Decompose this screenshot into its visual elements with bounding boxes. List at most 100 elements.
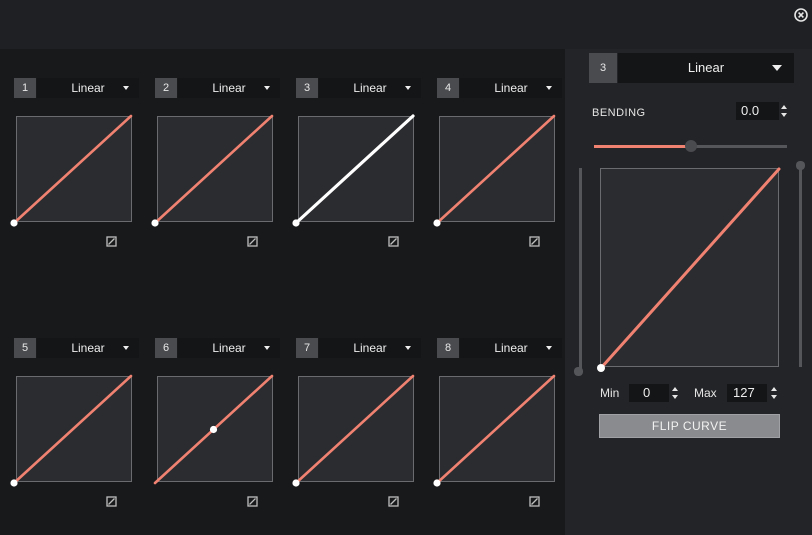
slot-number: 5	[14, 338, 36, 358]
slot-curve-line	[294, 374, 415, 485]
slot-curve-line	[294, 114, 415, 225]
edit-curve-icon[interactable]	[388, 236, 399, 247]
edit-curve-icon[interactable]	[529, 496, 540, 507]
slot-curve-plot	[10, 114, 133, 227]
editor-curve-plot	[597, 167, 781, 372]
slot-curve-line	[435, 114, 556, 225]
min-stepper[interactable]	[671, 384, 679, 402]
slot-curve-line	[12, 374, 133, 485]
editor-curve-start-handle	[597, 364, 605, 372]
slot-curve-select[interactable]: Linear	[319, 338, 421, 358]
curve-slot[interactable]: 3 Linear	[292, 78, 436, 247]
slot-number: 7	[296, 338, 318, 358]
slot-number: 3	[296, 78, 318, 98]
curve-slots-panel: 1 Linear 2 Linear 3 Linear 4 Linear 5 Linear 6 Line…	[0, 49, 565, 535]
chevron-down-icon	[264, 86, 270, 90]
edit-curve-icon[interactable]	[247, 496, 258, 507]
min-value-field[interactable]: 0	[629, 384, 669, 402]
stepper-down-icon[interactable]	[771, 395, 777, 399]
slot-curve-select-label: Linear	[212, 341, 246, 355]
curve-slot[interactable]: 7 Linear	[292, 338, 436, 507]
min-vertical-slider[interactable]	[579, 168, 582, 374]
bending-value-field[interactable]: 0.0	[736, 102, 779, 120]
stepper-up-icon[interactable]	[781, 105, 787, 109]
title-bar	[0, 0, 812, 49]
slot-curve-start-handle	[151, 219, 159, 227]
slot-curve-select-label: Linear	[494, 81, 528, 95]
edit-curve-icon[interactable]	[106, 236, 117, 247]
edit-curve-icon[interactable]	[247, 236, 258, 247]
curve-slot[interactable]: 2 Linear	[151, 78, 295, 247]
slot-number: 1	[14, 78, 36, 98]
slot-curve-select-label: Linear	[212, 81, 246, 95]
chevron-down-icon	[264, 346, 270, 350]
curve-slot[interactable]: 5 Linear	[10, 338, 154, 507]
stepper-up-icon[interactable]	[771, 387, 777, 391]
slot-curve-select[interactable]: Linear	[37, 338, 139, 358]
bending-stepper[interactable]	[780, 102, 788, 120]
slot-curve-select[interactable]: Linear	[178, 78, 280, 98]
editor-curve-select[interactable]: Linear	[618, 53, 794, 83]
edit-curve-icon[interactable]	[529, 236, 540, 247]
max-vertical-slider[interactable]	[799, 165, 802, 367]
slot-curve-line	[153, 114, 274, 225]
curve-slot[interactable]: 6 Linear	[153, 338, 295, 507]
curve-slot[interactable]: 4 Linear	[433, 78, 577, 247]
editor-curve-select-label: Linear	[687, 60, 725, 75]
bending-label: BENDING	[592, 107, 646, 119]
slot-curve-start-handle	[292, 479, 300, 487]
slot-curve-plot	[153, 374, 274, 485]
close-icon[interactable]	[794, 8, 808, 22]
min-label: Min	[600, 386, 620, 400]
chevron-down-icon	[546, 346, 552, 350]
chevron-down-icon	[123, 346, 129, 350]
slot-curve-start-handle	[433, 219, 441, 227]
min-value: 0	[643, 385, 651, 400]
flip-curve-button[interactable]: FLIP CURVE	[599, 414, 780, 438]
editor-slot-number: 3	[589, 53, 617, 83]
max-stepper[interactable]	[770, 384, 778, 402]
slot-curve-select[interactable]: Linear	[319, 78, 421, 98]
slot-number: 8	[437, 338, 459, 358]
slot-number: 4	[437, 78, 459, 98]
stepper-down-icon[interactable]	[672, 395, 678, 399]
min-vertical-slider-thumb[interactable]	[574, 367, 583, 376]
slot-curve-start-handle	[10, 479, 18, 487]
max-value: 127	[733, 385, 755, 400]
curve-slot[interactable]: 8 Linear	[433, 338, 577, 507]
slot-curve-line	[435, 374, 556, 485]
chevron-down-icon	[772, 65, 782, 71]
slot-curve-plot	[292, 114, 415, 227]
slot-curve-select[interactable]: Linear	[460, 338, 562, 358]
slot-curve-select-label: Linear	[353, 81, 387, 95]
bending-slider[interactable]	[594, 140, 787, 152]
chevron-down-icon	[405, 86, 411, 90]
chevron-down-icon	[123, 86, 129, 90]
curve-slot[interactable]: 1 Linear	[10, 78, 154, 247]
slot-curve-select-label: Linear	[71, 81, 105, 95]
slot-curve-select-label: Linear	[353, 341, 387, 355]
slot-curve-plot	[433, 114, 556, 227]
slot-curve-start-handle	[10, 219, 18, 227]
bending-slider-fill	[594, 145, 691, 148]
curve-editor-panel: 3 Linear BENDING 0.0 Min 0 Max 127 FLIP …	[565, 49, 812, 535]
editor-curve-line	[599, 167, 781, 370]
slot-number: 2	[155, 78, 177, 98]
slot-curve-plot	[151, 114, 274, 227]
slot-curve-plot	[10, 374, 133, 487]
stepper-up-icon[interactable]	[672, 387, 678, 391]
slot-curve-select[interactable]: Linear	[460, 78, 562, 98]
slot-curve-select[interactable]: Linear	[37, 78, 139, 98]
edit-curve-icon[interactable]	[388, 496, 399, 507]
bending-slider-thumb[interactable]	[684, 140, 697, 152]
max-value-field[interactable]: 127	[727, 384, 767, 402]
slot-curve-select-label: Linear	[71, 341, 105, 355]
stepper-down-icon[interactable]	[781, 113, 787, 117]
slot-curve-select[interactable]: Linear	[178, 338, 280, 358]
chevron-down-icon	[405, 346, 411, 350]
max-vertical-slider-thumb[interactable]	[796, 161, 805, 170]
slot-curve-start-handle	[433, 479, 441, 487]
slot-curve-plot	[292, 374, 415, 487]
slot-curve-line	[12, 114, 133, 225]
edit-curve-icon[interactable]	[106, 496, 117, 507]
